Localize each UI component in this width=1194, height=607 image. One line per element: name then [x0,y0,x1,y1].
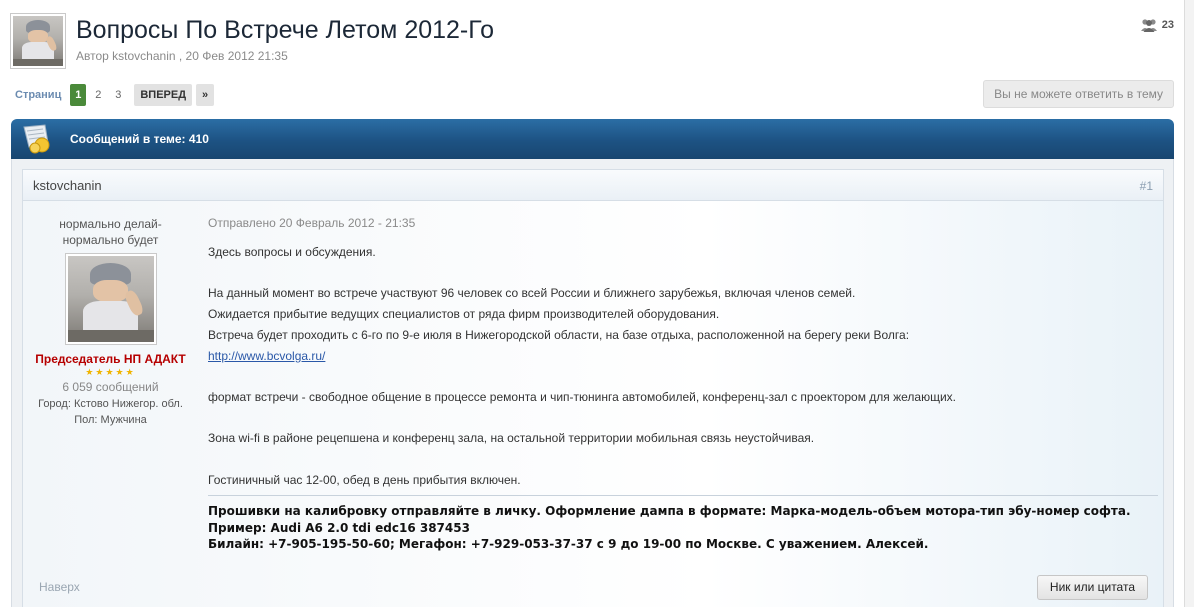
page-current: 1 [70,84,87,106]
posts-count: Сообщений в теме: 410 [70,132,209,146]
viewers-indicator: 23 [1140,18,1174,32]
avatar-photo [67,256,154,342]
pagination-label: Страниц [15,89,62,101]
author-post-count: 6 059 сообщений [62,380,159,394]
field-value: Мужчина [100,414,147,426]
author-avatar[interactable] [64,253,157,345]
post-author-name[interactable]: kstovchanin [33,178,102,193]
last-page-button[interactable]: » [196,84,215,106]
page-link-2[interactable]: 2 [90,89,106,101]
post-container: kstovchanin #1 нормально делай- нормальн… [11,159,1174,607]
topic-meta: Автор kstovchanin , 20 Фев 2012 21:35 [76,49,288,63]
page-title: Вопросы По Встрече Летом 2012-Го [76,16,495,44]
post-date: Отправлено 20 Февраль 2012 - 21:35 [208,216,416,230]
quote-button[interactable]: Ник или цитата [1036,575,1148,600]
post-signature: Прошивки на калибровку отправляйте в лич… [208,495,1158,553]
post-line: Зона wi-fi в районе рецепшена и конферен… [208,431,815,446]
reply-disabled-button[interactable]: Вы не можете ответить в тему [983,80,1174,108]
viewers-count: 23 [1161,19,1174,31]
post-number[interactable]: #1 [1140,179,1153,193]
author-status-line-1: нормально делай- [59,217,162,231]
post-body: Отправлено 20 Февраль 2012 - 21:35 Здесь… [208,216,1158,553]
field-key: Пол: [74,414,98,426]
post-line: На данный момент во встрече участвуют 96… [208,286,856,301]
author-status-line-2: нормально будет [62,233,159,247]
post: kstovchanin #1 нормально делай- нормальн… [22,169,1164,607]
post-line: Гостиничный час 12-00, обед в день прибы… [208,472,521,487]
post-line: формат встречи - свободное общение в про… [208,389,957,404]
topic-header-bar: Сообщений в теме: 410 [11,119,1174,159]
signature-line: Прошивки на калибровку отправляйте в лич… [208,504,1131,519]
window-scrollbar[interactable] [1184,0,1194,607]
rating-stars-icon: ★★★★★ [85,367,136,377]
author-info: нормально делай- нормально будет Председ… [23,216,198,426]
next-page-button[interactable]: ВПЕРЕД [134,84,193,106]
post-line: Ожидается прибытие ведущих специалистов … [208,307,720,322]
field-key: Город: [38,398,71,410]
post-line: Встреча будет проходить с 6-го по 9-е ию… [208,327,910,342]
topic-icon [21,123,53,155]
avatar-photo [13,16,63,66]
signature-line: Пример: Audi A6 2.0 tdi edc16 387453 [208,520,470,535]
author-field-city: Город: Кстово Нижегор. обл. [23,398,198,410]
topic-author-avatar[interactable] [10,13,66,69]
users-icon [1140,18,1158,32]
field-value: Кстово Нижегор. обл. [73,398,183,410]
pagination: Страниц 1 2 3 ВПЕРЕД » [15,84,215,106]
page-link-3[interactable]: 3 [110,89,126,101]
post-line: Здесь вопросы и обсуждения. [208,245,376,259]
post-link[interactable]: http://www.bcvolga.ru/ [208,349,325,363]
post-line-blank [208,366,1158,387]
post-line-blank [208,408,1158,429]
post-line-blank [208,263,1158,284]
author-group: Председатель НП АДАКТ [35,352,186,366]
post-line-blank [208,449,1158,470]
post-header: kstovchanin #1 [23,170,1163,201]
author-field-gender: Пол: Мужчина [23,414,198,426]
signature-line: Билайн: +7-905-195-50-60; Мегафон: +7-92… [208,537,929,552]
back-to-top-link[interactable]: Наверх [39,580,80,594]
